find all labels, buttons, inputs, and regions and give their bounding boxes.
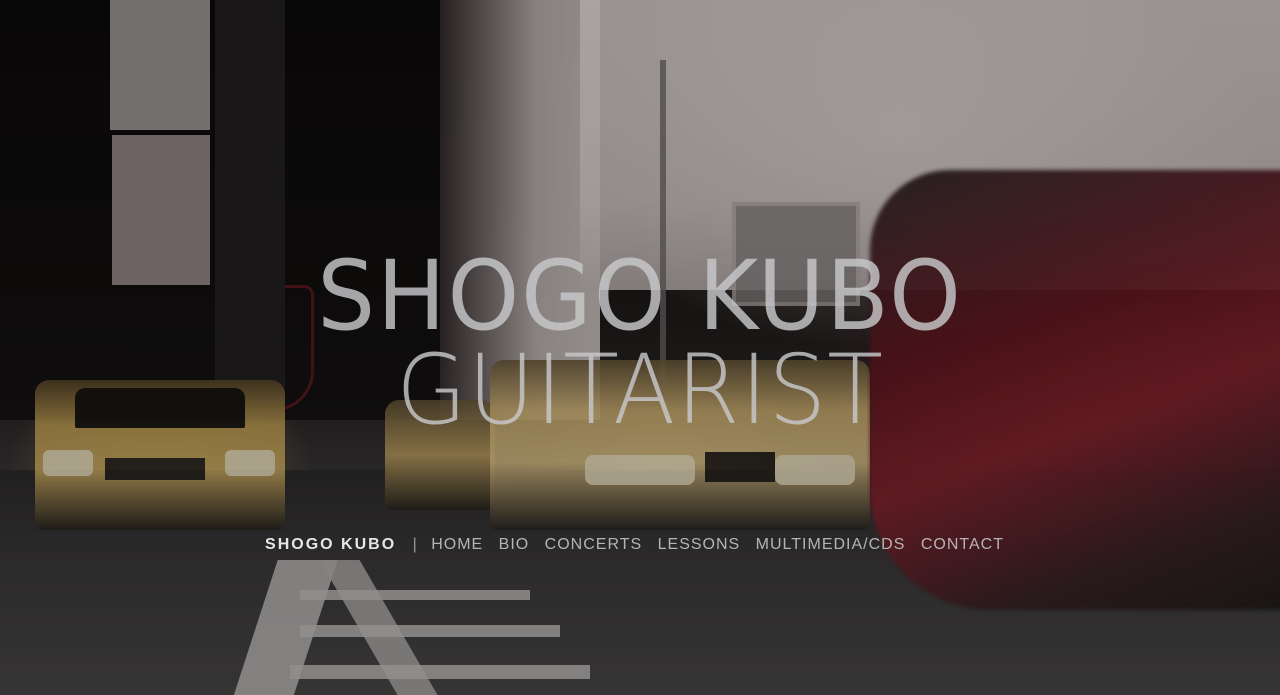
main-nav: SHOGO KUBO | HOME BIO CONCERTS LESSONS M… [0,536,1280,554]
nav-item-home[interactable]: HOME [431,536,483,553]
hero-title-block: SHOGO KUBO GUITARIST [0,240,1280,446]
nav-item-bio[interactable]: BIO [499,536,530,553]
hero-title: SHOGO KUBO [317,240,963,352]
hero-section: SHOGO KUBO GUITARIST SHOGO KUBO | HOME B… [0,0,1280,695]
hero-subtitle: GUITARIST [396,334,884,446]
nav-item-multimedia-cds[interactable]: MULTIMEDIA/CDS [756,536,906,553]
nav-item-lessons[interactable]: LESSONS [658,536,741,553]
nav-item-contact[interactable]: CONTACT [921,536,1004,553]
nav-separator: | [412,536,417,553]
nav-brand[interactable]: SHOGO KUBO [265,536,396,553]
nav-item-concerts[interactable]: CONCERTS [545,536,643,553]
